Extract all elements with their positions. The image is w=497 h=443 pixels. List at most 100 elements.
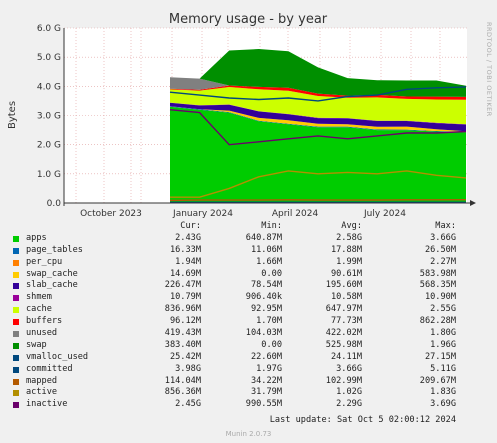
legend-swatch bbox=[13, 319, 19, 326]
legend-min: 31.79M bbox=[250, 387, 282, 398]
legend-avg: 102.99M bbox=[325, 375, 362, 386]
legend-max: 1.96G bbox=[430, 339, 456, 350]
legend-row-vmalloc_used: vmalloc_used 25.42M 22.60M 24.11M 27.15M bbox=[0, 352, 497, 364]
legend-avg: 525.98M bbox=[325, 339, 362, 350]
legend-cur: 419.43M bbox=[164, 328, 201, 339]
legend-max: 10.90M bbox=[424, 292, 456, 303]
legend-avg: 77.73M bbox=[330, 316, 362, 327]
header-cur: Cur: bbox=[180, 221, 201, 231]
munin-version: Munin 2.0.73 bbox=[225, 430, 272, 438]
legend-min: 34.22M bbox=[250, 375, 282, 386]
legend-min: 0.00 bbox=[261, 339, 282, 350]
legend-row-mapped: mapped 114.04M 34.22M 102.99M 209.67M bbox=[0, 376, 497, 388]
legend-swatch bbox=[13, 354, 19, 361]
rrdtool-credit: RRDTOOL / TOBI OETIKER bbox=[485, 22, 493, 117]
legend-max: 5.11G bbox=[430, 363, 456, 374]
legend-avg: 2.29G bbox=[336, 399, 362, 410]
legend-row-active: active 856.36M 31.79M 1.02G 1.83G bbox=[0, 387, 497, 399]
legend-avg: 2.58G bbox=[336, 232, 362, 243]
legend-max: 27.15M bbox=[424, 351, 456, 362]
legend-min: 1.97G bbox=[256, 363, 282, 374]
legend-max: 2.55G bbox=[430, 304, 456, 315]
legend-row-shmem: shmem 10.79M 906.40k 10.58M 10.90M bbox=[0, 292, 497, 304]
legend-row-unused: unused 419.43M 104.03M 422.02M 1.80G bbox=[0, 328, 497, 340]
legend-cur: 14.69M bbox=[169, 268, 201, 279]
y-tick-label: 1.0 G bbox=[37, 170, 61, 180]
legend-max: 26.50M bbox=[424, 244, 456, 255]
legend-min: 92.95M bbox=[250, 304, 282, 315]
legend-swatch bbox=[13, 331, 19, 338]
x-tick-label: April 2024 bbox=[272, 209, 319, 219]
chart-title: Memory usage - by year bbox=[169, 12, 328, 27]
legend-name: per_cpu bbox=[26, 256, 63, 267]
legend-swatch bbox=[13, 307, 19, 314]
legend-avg: 1.99M bbox=[336, 256, 362, 267]
legend-cur: 2.45G bbox=[175, 399, 201, 410]
legend-name: apps bbox=[26, 232, 47, 243]
y-tick-label: 6.0 G bbox=[37, 24, 61, 34]
legend-avg: 647.97M bbox=[325, 304, 362, 315]
legend-avg: 90.61M bbox=[330, 268, 362, 279]
legend-min: 906.40k bbox=[245, 292, 282, 303]
legend-min: 11.06M bbox=[250, 244, 282, 255]
legend-min: 1.70M bbox=[256, 316, 282, 327]
legend-name: page_tables bbox=[26, 244, 83, 255]
y-axis-label: Bytes bbox=[7, 101, 18, 129]
legend-max: 2.27M bbox=[430, 256, 456, 267]
x-tick-label: January 2024 bbox=[172, 209, 233, 219]
legend-swatch bbox=[13, 271, 19, 278]
legend-min: 1.66M bbox=[256, 256, 282, 267]
legend-name: swap_cache bbox=[26, 268, 78, 279]
legend-name: active bbox=[26, 387, 58, 398]
legend-swatch bbox=[13, 283, 19, 290]
legend-row-swap: swap 383.40M 0.00 525.98M 1.96G bbox=[0, 340, 497, 352]
legend-cur: 96.12M bbox=[169, 316, 201, 327]
legend-name: vmalloc_used bbox=[26, 351, 89, 362]
legend-row-committed: committed 3.98G 1.97G 3.66G 5.11G bbox=[0, 364, 497, 376]
legend-swatch bbox=[13, 366, 19, 373]
legend-cur: 114.04M bbox=[164, 375, 201, 386]
legend-avg: 24.11M bbox=[330, 351, 362, 362]
legend-avg: 10.58M bbox=[330, 292, 362, 303]
legend-cur: 16.33M bbox=[169, 244, 201, 255]
legend-cur: 1.94M bbox=[175, 256, 201, 267]
legend-min: 22.60M bbox=[250, 351, 282, 362]
x-axis-ticks: October 2023 January 2024 April 2024 July 2… bbox=[80, 209, 406, 219]
memory-chart: Memory usage - by year Bytes RRDTOOL / T… bbox=[7, 12, 493, 219]
legend-row-page_tables: page_tables 16.33M 11.06M 17.88M 26.50M bbox=[0, 245, 497, 257]
last-update: Last update: Sat Oct 5 02:00:12 2024 bbox=[269, 415, 456, 425]
legend-row-buffers: buffers 96.12M 1.70M 77.73M 862.28M bbox=[0, 316, 497, 328]
legend-swatch bbox=[13, 247, 19, 254]
legend-row-slab_cache: slab_cache 226.47M 78.54M 195.60M 568.35M bbox=[0, 280, 497, 292]
legend-max: 3.69G bbox=[430, 399, 456, 410]
legend-avg: 17.88M bbox=[330, 244, 362, 255]
legend-swatch bbox=[13, 259, 19, 266]
legend-avg: 422.02M bbox=[325, 328, 362, 339]
y-tick-label: 2.0 G bbox=[37, 141, 61, 151]
header-avg: Avg: bbox=[341, 221, 362, 231]
line-mapped bbox=[169, 199, 467, 202]
legend-avg: 1.02G bbox=[336, 387, 362, 398]
legend-max: 3.66G bbox=[430, 232, 456, 243]
legend: Cur: Min: Avg: Max: apps 2.43G 640.87M 2.58… bbox=[0, 221, 497, 411]
legend-avg: 195.60M bbox=[325, 280, 362, 291]
legend-swatch bbox=[13, 235, 19, 242]
legend-swatch bbox=[13, 390, 19, 397]
legend-min: 0.00 bbox=[261, 268, 282, 279]
legend-min: 640.87M bbox=[245, 232, 282, 243]
legend-header: Cur: Min: Avg: Max: bbox=[0, 221, 497, 233]
legend-cur: 856.36M bbox=[164, 387, 201, 398]
legend-name: swap bbox=[26, 339, 47, 350]
legend-min: 78.54M bbox=[250, 280, 282, 291]
header-min: Min: bbox=[261, 221, 282, 231]
legend-name: buffers bbox=[26, 316, 63, 327]
legend-max: 568.35M bbox=[419, 280, 456, 291]
legend-avg: 3.66G bbox=[336, 363, 362, 374]
legend-cur: 3.98G bbox=[175, 363, 201, 374]
legend-name: shmem bbox=[26, 292, 52, 303]
x-axis-arrow bbox=[470, 200, 476, 206]
legend-cur: 836.96M bbox=[164, 304, 201, 315]
legend-swatch bbox=[13, 378, 19, 385]
legend-cur: 226.47M bbox=[164, 280, 201, 291]
legend-max: 1.83G bbox=[430, 387, 456, 398]
